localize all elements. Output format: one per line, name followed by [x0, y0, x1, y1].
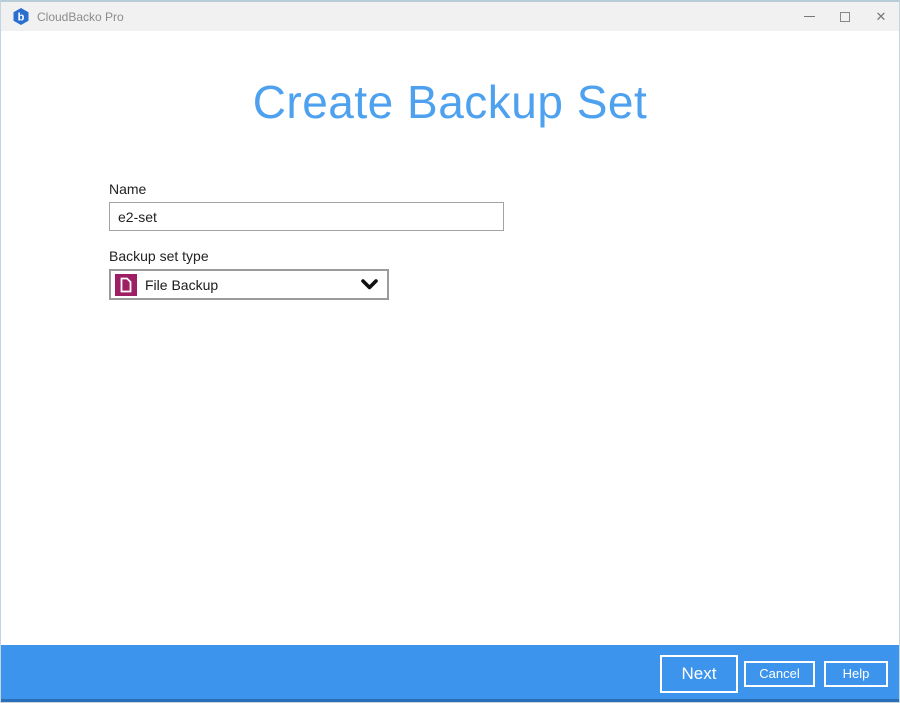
next-button[interactable]: Next: [660, 655, 738, 693]
backup-set-type-value: File Backup: [145, 277, 361, 293]
maximize-button[interactable]: [827, 2, 863, 31]
help-button[interactable]: Help: [824, 661, 888, 687]
chevron-down-icon: [361, 279, 378, 291]
window-title: CloudBacko Pro: [37, 10, 791, 24]
close-icon: ✕: [876, 9, 887, 25]
name-label: Name: [109, 181, 505, 197]
page-title: Create Backup Set: [1, 75, 899, 129]
app-window: b CloudBacko Pro ✕ Create Backup Set Nam…: [0, 0, 900, 703]
backup-set-type-label: Backup set type: [109, 248, 505, 264]
main-content: Create Backup Set Name Backup set type F…: [1, 31, 899, 645]
app-logo-letter: b: [18, 12, 25, 24]
name-input[interactable]: [109, 202, 504, 231]
app-logo-icon: b: [13, 8, 29, 25]
file-backup-icon: [115, 274, 137, 296]
cancel-button[interactable]: Cancel: [744, 661, 815, 687]
backup-set-type-dropdown[interactable]: File Backup: [109, 269, 389, 300]
minimize-icon: [804, 16, 815, 17]
close-button[interactable]: ✕: [863, 2, 899, 31]
footer-bar: Next Cancel Help: [1, 645, 899, 702]
titlebar: b CloudBacko Pro ✕: [1, 2, 899, 31]
maximize-icon: [840, 12, 850, 22]
backup-set-form: Name Backup set type File Backup: [109, 181, 505, 300]
minimize-button[interactable]: [791, 2, 827, 31]
